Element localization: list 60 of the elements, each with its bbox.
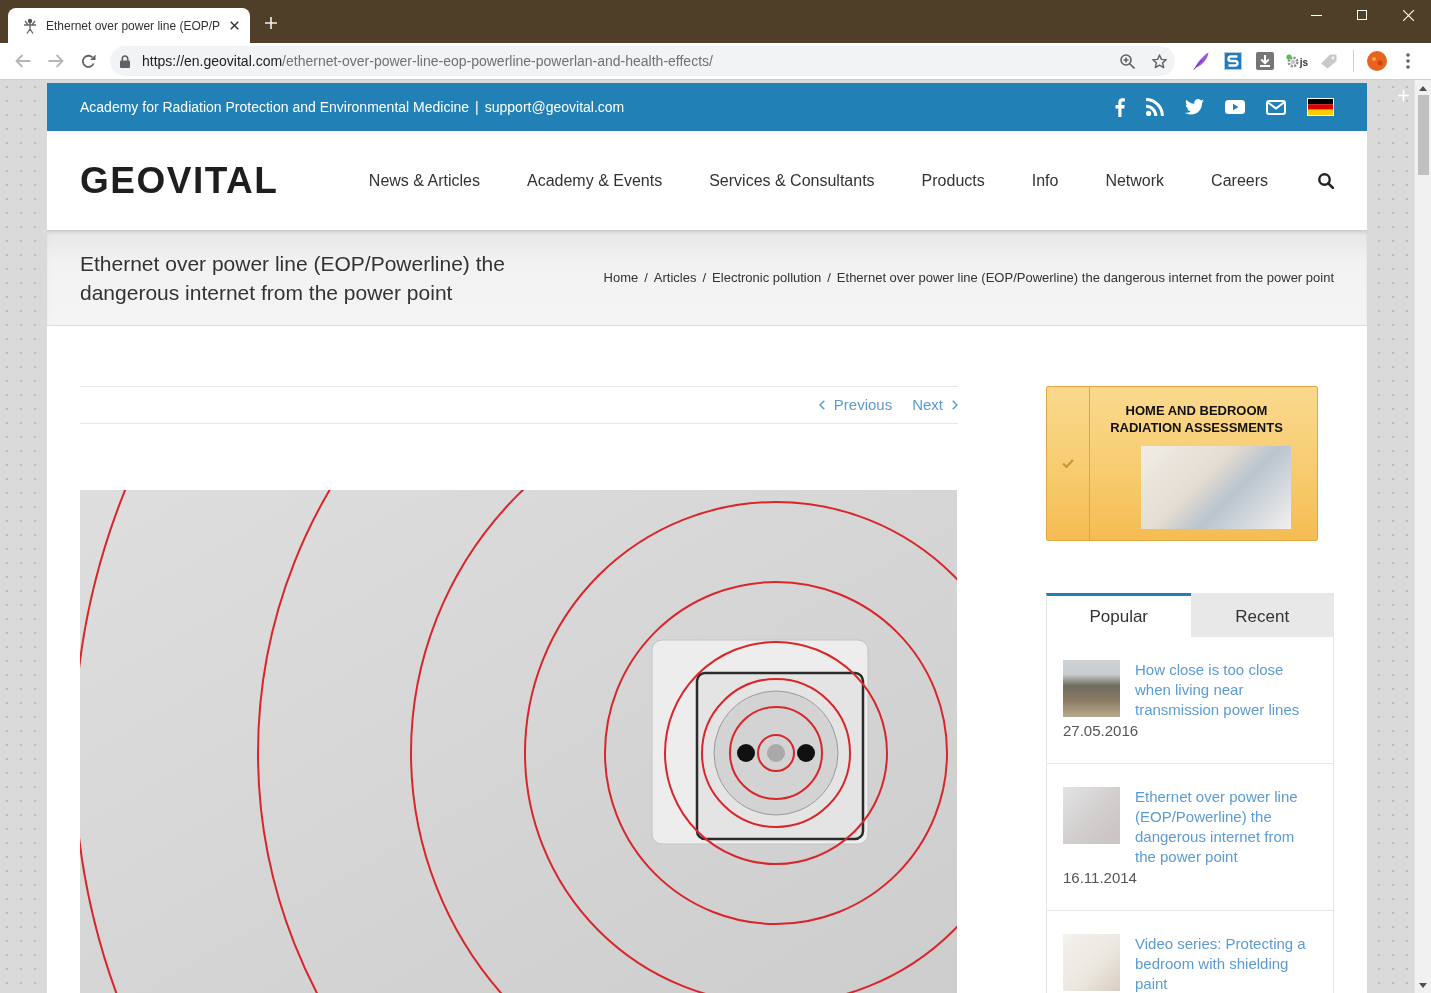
search-icon[interactable] <box>1318 172 1334 189</box>
plus-icon[interactable] <box>265 17 277 29</box>
breadcrumb-link[interactable]: Articles <box>653 267 697 288</box>
avatar-icon[interactable] <box>1366 51 1387 71</box>
facebook-icon[interactable] <box>1115 97 1125 117</box>
nav-link[interactable]: Careers <box>1211 168 1268 193</box>
flag-icon[interactable] <box>1307 98 1334 116</box>
breadcrumb-link[interactable]: Home <box>603 267 639 288</box>
close-icon[interactable] <box>230 21 239 30</box>
minimize-icon[interactable] <box>1310 14 1322 16</box>
nav-link[interactable]: Academy & Events <box>527 168 663 193</box>
page-title: Ethernet over power line (EOP/Powerline) the dangerous internet from the power point <box>80 250 506 306</box>
twitter-icon[interactable] <box>1185 99 1204 115</box>
quill-icon[interactable] <box>1193 52 1209 70</box>
tagline-text: Academy for Radiation Protection and Environmental Medicine <box>80 97 470 117</box>
lock-icon <box>120 54 130 68</box>
post-date: 16.11.2014 <box>1063 868 1138 888</box>
reload-icon[interactable] <box>81 53 96 69</box>
breadcrumb-separator: / <box>827 268 831 287</box>
sidebar-tab[interactable]: Popular <box>1046 593 1191 637</box>
gear-icon <box>1285 54 1300 68</box>
breadcrumb-current: Ethernet over power line (EOP/Powerline) the dangerous internet from the power point <box>836 268 1334 287</box>
scroll-down-icon[interactable] <box>1419 983 1427 988</box>
figure-icon <box>22 17 38 34</box>
breadcrumb-separator: / <box>644 268 648 287</box>
browser-tab[interactable]: Ethernet over power line (EOP/P <box>8 8 250 43</box>
scrollbar-thumb[interactable] <box>1417 95 1429 175</box>
site-logo[interactable]: GEOVITAL <box>80 162 279 199</box>
thumbnail-image[interactable] <box>1063 934 1120 991</box>
nav-link[interactable]: Products <box>921 168 985 193</box>
chevron-right-icon <box>952 400 958 410</box>
address-bar[interactable]: https://en.geovital.com/ethernet-over-power-line-eop-powerline-powerlan-and-health-effects/ <box>110 46 1175 76</box>
youtube-icon[interactable] <box>1225 100 1245 114</box>
scrollbar[interactable] <box>1414 80 1431 993</box>
maximize-icon[interactable] <box>1357 10 1367 20</box>
thumbnail-image[interactable] <box>1063 787 1120 844</box>
mail-icon[interactable] <box>1266 99 1286 115</box>
s-tile-icon[interactable] <box>1224 52 1242 70</box>
extension-button[interactable]: js <box>1285 54 1309 68</box>
sidebar-tab[interactable]: Recent <box>1190 593 1334 637</box>
nav-link[interactable]: Services & Consultants <box>709 168 875 193</box>
check-icon <box>1062 459 1074 468</box>
nav-link[interactable]: Info <box>1031 168 1059 193</box>
separator-text: | <box>475 97 479 117</box>
chevron-left-icon <box>818 400 825 410</box>
breadcrumb-separator: / <box>702 268 707 287</box>
breadcrumb-link[interactable]: Electronic pollution <box>712 267 822 288</box>
download-icon[interactable] <box>1256 52 1274 70</box>
email-link[interactable]: support@geovital.com <box>484 96 625 118</box>
nav-link[interactable]: Network <box>1105 168 1165 193</box>
star-icon[interactable] <box>1151 53 1167 69</box>
rss-icon[interactable] <box>1146 98 1164 116</box>
zoom-icon[interactable] <box>1119 53 1135 69</box>
nav-link[interactable]: News & Articles <box>368 168 480 193</box>
more-icon[interactable] <box>1406 53 1410 69</box>
thumbnail-image[interactable] <box>1063 660 1120 717</box>
post-date: 27.05.2016 <box>1063 721 1140 741</box>
promo-title: HOME AND BEDROOM RADIATION ASSESSMENTS <box>1109 402 1284 436</box>
promo-banner[interactable]: HOME AND BEDROOM RADIATION ASSESSMENTS <box>1046 386 1318 541</box>
scroll-up-icon[interactable] <box>1419 86 1427 91</box>
